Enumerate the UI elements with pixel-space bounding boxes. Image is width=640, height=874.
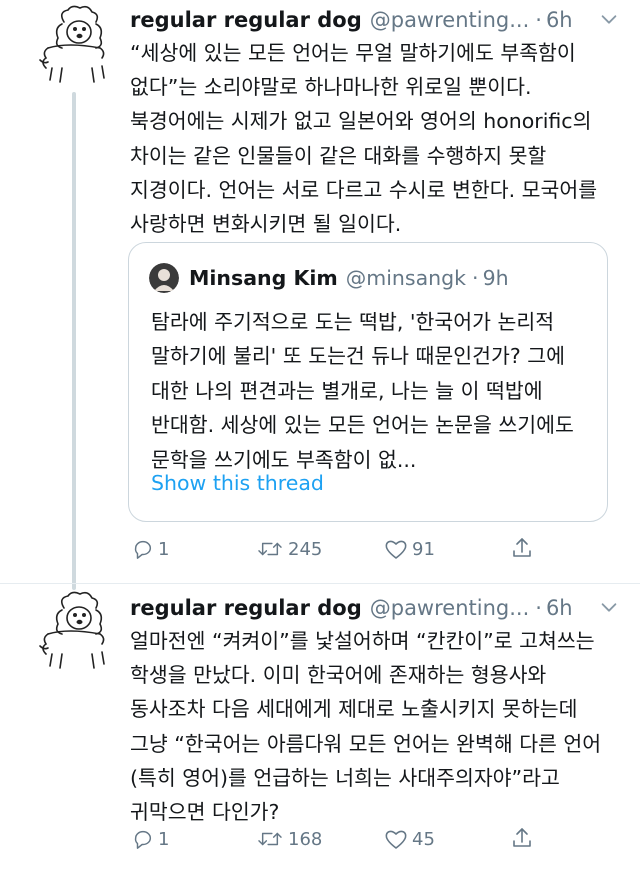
reply-count: 1 — [158, 538, 170, 560]
like-button[interactable]: 45 — [384, 828, 435, 850]
retweet-button[interactable]: 168 — [256, 828, 322, 850]
quoted-tweet-header: Minsang Kim @minsangk · 9h — [149, 263, 509, 293]
retweet-count: 168 — [288, 828, 323, 850]
reply-button[interactable]: 1 — [132, 538, 169, 560]
username[interactable]: @pawrenting... — [370, 596, 530, 620]
quoted-timestamp: 9h — [482, 266, 509, 290]
tweet-text: “세상에 있는 모든 언어는 무얼 말하기에도 부족함이 없다”는 소리야말로 … — [130, 41, 598, 237]
share-icon — [513, 828, 531, 847]
like-button[interactable]: 91 — [384, 538, 435, 560]
separator-dot: · — [535, 8, 542, 32]
quoted-tweet[interactable]: Minsang Kim @minsangk · 9h 탐라에 주기적으로 도는 … — [128, 242, 608, 522]
chevron-down-icon[interactable] — [598, 8, 620, 30]
username[interactable]: @pawrenting... — [370, 8, 530, 32]
share-button[interactable] — [510, 536, 538, 560]
retweet-icon — [258, 542, 282, 556]
reply-icon — [134, 830, 152, 849]
tweet-header: regular regular dog @pawrenting... · 6h — [130, 4, 620, 36]
tweet[interactable]: regular regular dog @pawrenting... · 6h … — [0, 0, 640, 598]
dog-avatar-icon — [39, 5, 105, 83]
separator-dot: · — [535, 596, 542, 620]
share-button[interactable] — [510, 826, 538, 850]
quoted-tweet-text: 탐라에 주기적으로 도는 떡밥, '한국어가 논리적 말하기에 불리' 또 도는… — [151, 310, 574, 472]
separator-dot: · — [472, 266, 479, 290]
retweet-count: 245 — [288, 538, 323, 560]
reply-icon — [134, 540, 152, 559]
timestamp[interactable]: 6h — [546, 8, 573, 32]
tweet[interactable]: regular regular dog @pawrenting... · 6h … — [0, 586, 640, 874]
retweet-icon — [258, 832, 282, 846]
dog-avatar-icon — [39, 591, 105, 669]
tweet-divider — [0, 583, 640, 584]
display-name[interactable]: regular regular dog — [130, 596, 362, 620]
tweet-text: 얼마전엔 “켜켜이”를 낯설어하며 “칸칸이”로 고쳐쓰는 학생을 만났다. 이… — [130, 629, 602, 825]
thread-line — [72, 92, 76, 590]
tweet-header: regular regular dog @pawrenting... · 6h — [130, 592, 620, 624]
avatar[interactable] — [34, 4, 124, 84]
like-count: 45 — [412, 828, 435, 850]
like-icon — [385, 540, 407, 559]
retweet-button[interactable]: 245 — [256, 538, 322, 560]
show-thread-link[interactable]: Show this thread — [151, 471, 324, 495]
chevron-down-icon[interactable] — [598, 596, 620, 618]
quoted-avatar — [149, 263, 179, 293]
reply-button[interactable]: 1 — [132, 828, 169, 850]
display-name[interactable]: regular regular dog — [130, 8, 362, 32]
timestamp[interactable]: 6h — [546, 596, 573, 620]
avatar[interactable] — [34, 590, 124, 670]
share-icon — [513, 538, 531, 557]
quoted-username: @minsangk — [345, 266, 467, 290]
like-count: 91 — [412, 538, 435, 560]
tweet-actions: 1 168 45 — [130, 824, 610, 858]
like-icon — [385, 830, 407, 849]
reply-count: 1 — [158, 828, 170, 850]
quoted-display-name: Minsang Kim — [189, 266, 338, 290]
tweet-actions: 1 245 91 — [130, 534, 610, 568]
